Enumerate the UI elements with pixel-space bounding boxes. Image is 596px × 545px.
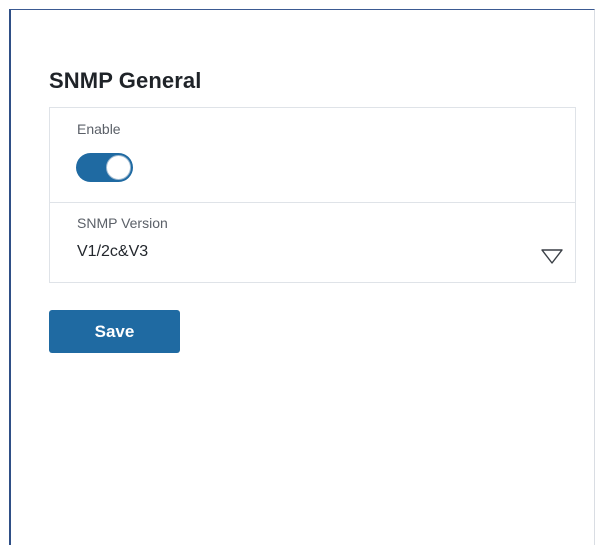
page-title: SNMP General <box>49 68 202 93</box>
enable-label: Enable <box>77 121 121 137</box>
enable-toggle[interactable] <box>76 153 133 182</box>
enable-row: Enable <box>50 108 575 203</box>
settings-frame: SNMP General Enable SNMP Version V1/2c&V… <box>9 9 595 545</box>
snmp-version-value: V1/2c&V3 <box>77 243 149 260</box>
save-button[interactable]: Save <box>49 310 180 353</box>
snmp-version-row: SNMP Version V1/2c&V3 <box>50 203 575 284</box>
chevron-down-icon <box>541 249 563 264</box>
snmp-version-select[interactable]: V1/2c&V3 <box>74 241 564 267</box>
snmp-version-label: SNMP Version <box>77 215 168 231</box>
settings-card: Enable SNMP Version V1/2c&V3 <box>49 107 576 283</box>
toggle-knob <box>106 155 131 180</box>
